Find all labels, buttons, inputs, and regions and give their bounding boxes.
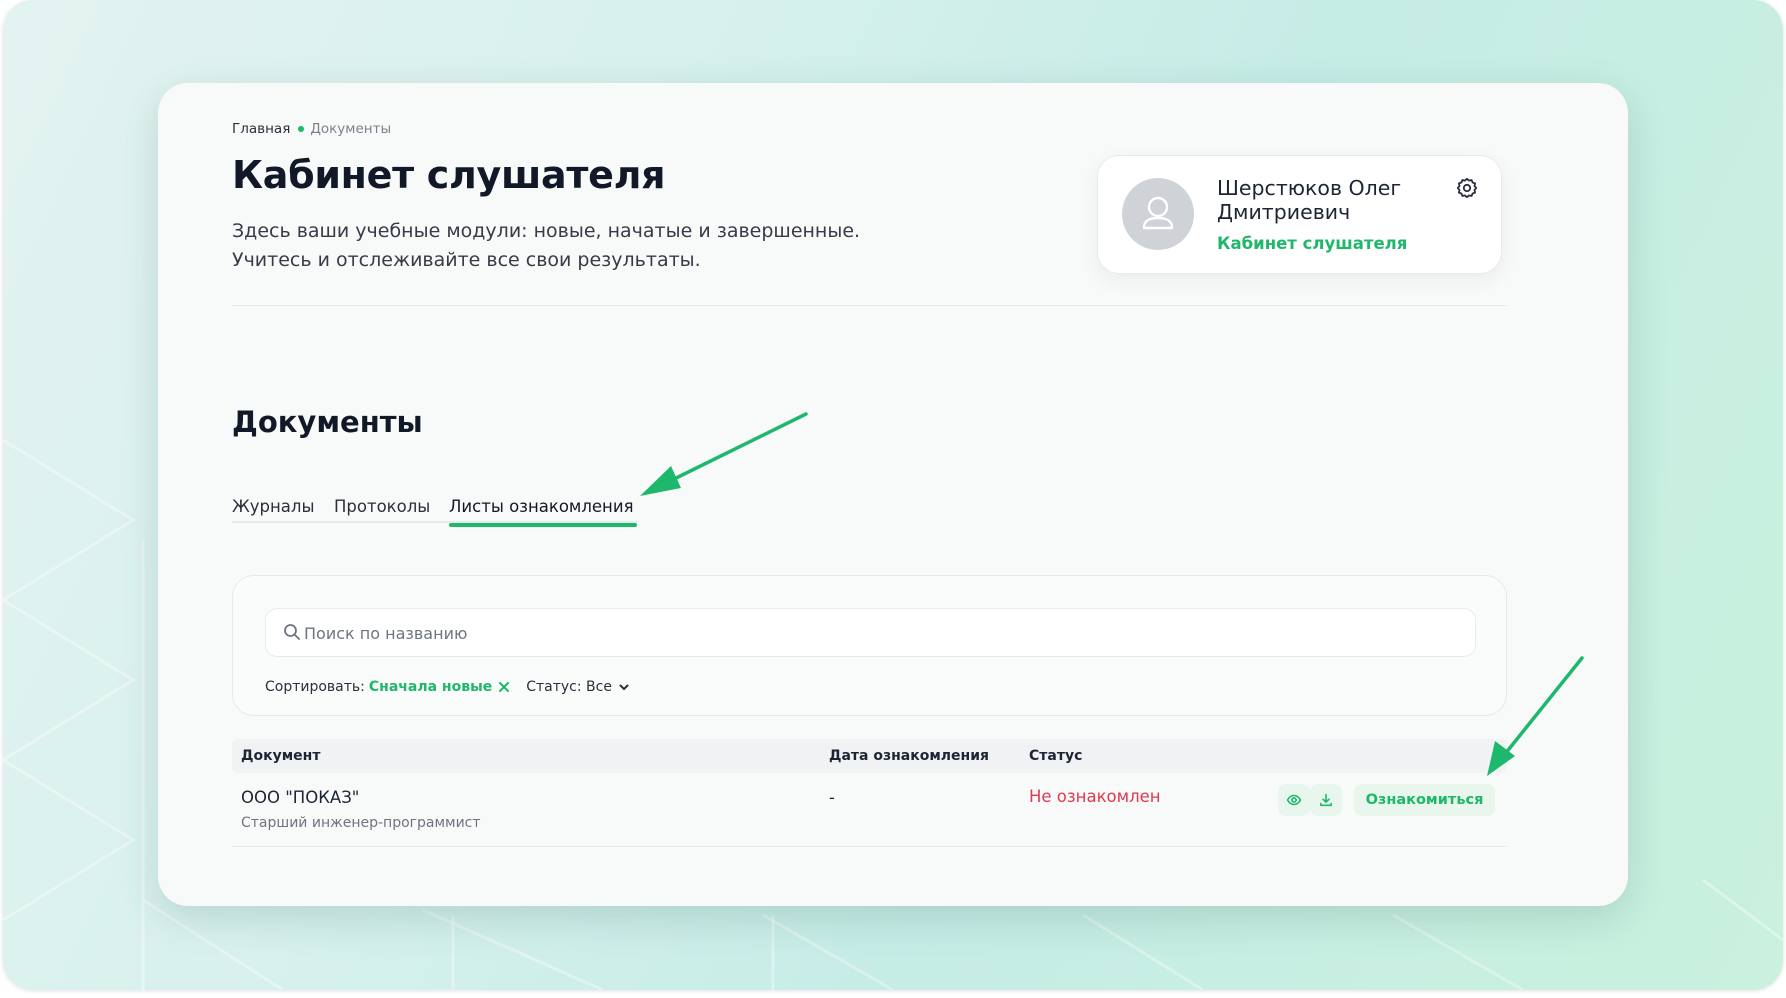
eye-icon — [1286, 794, 1302, 806]
sort-label: Сортировать: — [265, 679, 365, 695]
tab-protocols[interactable]: Протоколы — [334, 497, 430, 516]
active-tab-indicator — [449, 523, 637, 527]
column-header-date: Дата ознакомления — [829, 748, 990, 764]
page-description-line-1: Здесь ваши учебные модули: новые, начаты… — [232, 220, 861, 242]
acknowledge-button[interactable]: Ознакомиться — [1354, 784, 1495, 816]
document-title: ООО "ПОКАЗ" — [241, 788, 360, 807]
search-icon — [284, 624, 300, 640]
profile-card: Шерстюков Олег Дмитриевич Кабинет слушат… — [1097, 155, 1502, 274]
page-description: Здесь ваши учебные модули: новые, начаты… — [232, 217, 860, 275]
documents-title: Документы — [232, 405, 423, 439]
sort-value[interactable]: Сначала новые — [369, 679, 492, 695]
document-subtitle: Старший инженер-программист — [241, 815, 481, 831]
table-row: ООО "ПОКАЗ" Старший инженер-программист … — [232, 773, 1507, 847]
profile-role: Кабинет слушателя — [1217, 234, 1408, 253]
column-header-document: Документ — [241, 748, 321, 764]
main-card: Главная Документы Кабинет слушателя Здес… — [158, 83, 1628, 906]
page-title: Кабинет слушателя — [232, 153, 666, 197]
document-status: Не ознакомлен — [1029, 787, 1161, 806]
table-header: Документ Дата ознакомления Статус — [232, 739, 1507, 773]
search-input[interactable] — [302, 609, 1466, 658]
breadcrumb: Главная Документы — [232, 121, 391, 137]
document-date: - — [829, 788, 835, 807]
view-button[interactable] — [1278, 784, 1310, 816]
page-description-line-2: Учитесь и отслеживайте все свои результа… — [232, 249, 701, 271]
status-filter-dropdown[interactable]: Статус: Все — [526, 679, 630, 695]
search-field[interactable] — [265, 608, 1476, 658]
sort-row: Сортировать: Сначала новые Статус: Все — [265, 679, 630, 695]
filter-panel: Сортировать: Сначала новые Статус: Все — [232, 575, 1507, 716]
tab-acknowledgment-sheets[interactable]: Листы ознакомления — [449, 497, 634, 516]
breadcrumb-current: Документы — [310, 121, 392, 137]
status-filter-label: Статус: Все — [526, 679, 612, 695]
documents-tabs: Журналы Протоколы Листы ознакомления — [232, 497, 637, 527]
download-icon — [1320, 793, 1332, 807]
screenshot-frame: Главная Документы Кабинет слушателя Здес… — [3, 0, 1783, 990]
tab-journals[interactable]: Журналы — [232, 497, 314, 516]
download-button[interactable] — [1310, 784, 1342, 816]
breadcrumb-home-link[interactable]: Главная — [232, 121, 290, 137]
user-icon — [1142, 196, 1174, 230]
close-icon[interactable] — [498, 681, 510, 693]
avatar[interactable] — [1122, 178, 1194, 250]
gear-icon[interactable] — [1455, 176, 1479, 200]
profile-name: Шерстюков Олег Дмитриевич — [1217, 176, 1402, 224]
chevron-down-icon — [619, 684, 629, 690]
header-divider — [232, 305, 1507, 306]
breadcrumb-separator — [298, 126, 305, 132]
column-header-status: Статус — [1029, 748, 1083, 764]
